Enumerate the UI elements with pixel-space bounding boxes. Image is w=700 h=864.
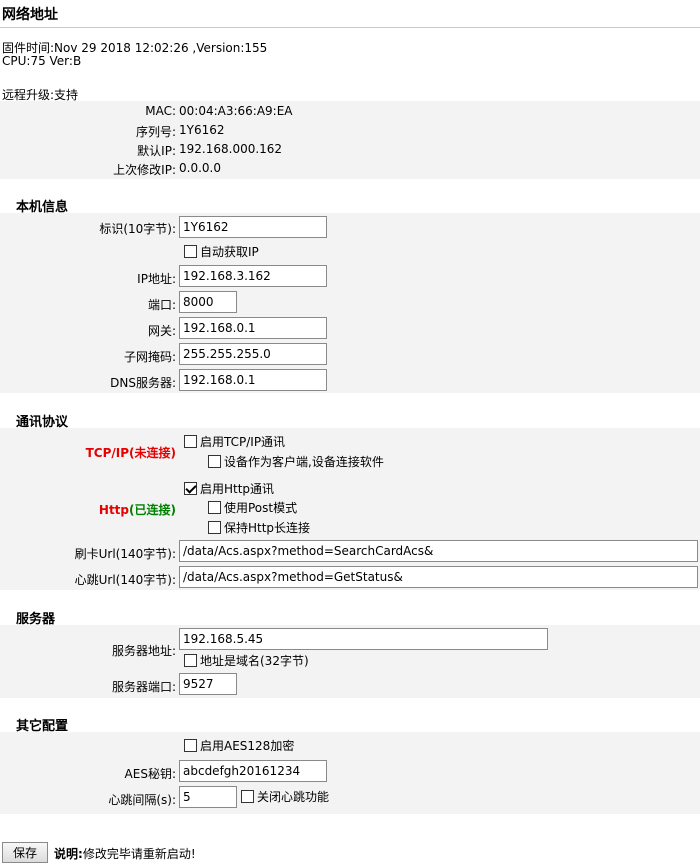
heartbeat-url-label: 心跳Url(140字节): [74, 573, 176, 587]
dns-input[interactable] [179, 369, 327, 391]
auto-ip-label: 自动获取IP [200, 245, 259, 259]
aes-key-label: AES秘钥: [124, 767, 176, 781]
heartbeat-interval-input[interactable] [179, 786, 237, 808]
default-ip-label: 默认IP: [137, 144, 176, 158]
heartbeat-off-checkbox[interactable]: 关闭心跳功能 [241, 788, 329, 805]
tcp-client-box[interactable] [208, 455, 221, 468]
ip-label: IP地址: [137, 272, 176, 286]
protocol-panel: TCP/IP(未连接) 启用TCP/IP通讯 设备作为客户端,设备连接软件 Ht… [0, 428, 700, 590]
tcp-client-label: 设备作为客户端,设备连接软件 [224, 455, 384, 469]
keepalive-box[interactable] [208, 521, 221, 534]
server-address-input[interactable] [179, 628, 548, 650]
serial-value: 1Y6162 [179, 123, 225, 137]
mac-value: 00:04:A3:66:A9:EA [179, 104, 293, 118]
tcp-client-checkbox[interactable]: 设备作为客户端,设备连接软件 [208, 453, 384, 470]
aes-key-input[interactable] [179, 760, 327, 782]
device-info-panel: MAC: 00:04:A3:66:A9:EA 序列号: 1Y6162 默认IP:… [0, 101, 700, 179]
auto-ip-box[interactable] [184, 245, 197, 258]
post-mode-checkbox[interactable]: 使用Post模式 [208, 499, 297, 516]
http-enable-box[interactable] [184, 482, 197, 495]
aes-enable-box[interactable] [184, 739, 197, 752]
footer-note: 说明:修改完毕请重新启动! [54, 845, 196, 862]
cpu-info: CPU:75 Ver:B [2, 54, 82, 68]
heartbeat-off-box[interactable] [241, 790, 254, 803]
keepalive-label: 保持Http长连接 [224, 521, 311, 535]
server-port-input[interactable] [179, 673, 237, 695]
port-label: 端口: [147, 298, 176, 312]
tcp-enable-checkbox[interactable]: 启用TCP/IP通讯 [184, 433, 285, 450]
post-mode-label: 使用Post模式 [224, 501, 298, 515]
card-url-input[interactable] [179, 540, 698, 562]
is-domain-checkbox[interactable]: 地址是域名(32字节) [184, 652, 309, 669]
tcp-label-main: TCP/IP [85, 446, 130, 460]
mac-label: MAC: [145, 104, 176, 118]
http-status-label: Http(已连接) [99, 501, 176, 518]
heartbeat-url-input[interactable] [179, 566, 698, 588]
gateway-label: 网关: [147, 324, 176, 338]
aes-enable-checkbox[interactable]: 启用AES128加密 [184, 737, 294, 754]
last-ip-value: 0.0.0.0 [179, 161, 221, 175]
is-domain-box[interactable] [184, 654, 197, 667]
card-url-label: 刷卡Url(140字节): [74, 547, 176, 561]
other-panel: 启用AES128加密 AES秘钥: 心跳间隔(s): 关闭心跳功能 [0, 732, 700, 814]
port-input[interactable] [179, 291, 237, 313]
dns-label: DNS服务器: [110, 376, 176, 390]
note-text: 修改完毕请重新启动! [82, 847, 196, 861]
serial-label: 序列号: [135, 125, 176, 139]
mask-label: 子网掩码: [123, 350, 176, 364]
server-panel: 服务器地址: 地址是域名(32字节) 服务器端口: [0, 625, 700, 698]
page-title: 网络地址 [2, 7, 58, 23]
heartbeat-interval-label: 心跳间隔(s): [108, 793, 176, 807]
post-mode-box[interactable] [208, 501, 221, 514]
http-enable-label: 启用Http通讯 [200, 482, 275, 496]
heartbeat-off-label: 关闭心跳功能 [257, 790, 330, 804]
default-ip-value: 192.168.000.162 [179, 142, 283, 156]
device-id-label: 标识(10字节): [99, 222, 176, 236]
is-domain-label: 地址是域名(32字节) [200, 654, 309, 668]
gateway-input[interactable] [179, 317, 327, 339]
server-address-label: 服务器地址: [111, 644, 176, 658]
tcp-status-label: TCP/IP(未连接) [86, 444, 176, 461]
tcp-enable-label: 启用TCP/IP通讯 [200, 435, 286, 449]
http-label-main: Http [98, 503, 130, 517]
aes-enable-label: 启用AES128加密 [200, 739, 295, 753]
note-bold: 说明: [54, 847, 83, 861]
mask-input[interactable] [179, 343, 327, 365]
ip-input[interactable] [179, 265, 327, 287]
device-id-input[interactable] [179, 216, 327, 238]
http-enable-checkbox[interactable]: 启用Http通讯 [184, 480, 274, 497]
save-button[interactable]: 保存 [2, 842, 48, 863]
page-header: 网络地址 [0, 0, 700, 28]
tcp-enable-box[interactable] [184, 435, 197, 448]
local-info-panel: 标识(10字节): 自动获取IP IP地址: 端口: 网关: 子网掩码: DNS… [0, 213, 700, 393]
server-port-label: 服务器端口: [111, 680, 176, 694]
keepalive-checkbox[interactable]: 保持Http长连接 [208, 519, 310, 536]
http-label-status: (已连接) [129, 503, 176, 517]
auto-ip-checkbox[interactable]: 自动获取IP [184, 243, 259, 260]
last-ip-label: 上次修改IP: [113, 163, 176, 177]
tcp-label-status: (未连接) [129, 446, 176, 460]
